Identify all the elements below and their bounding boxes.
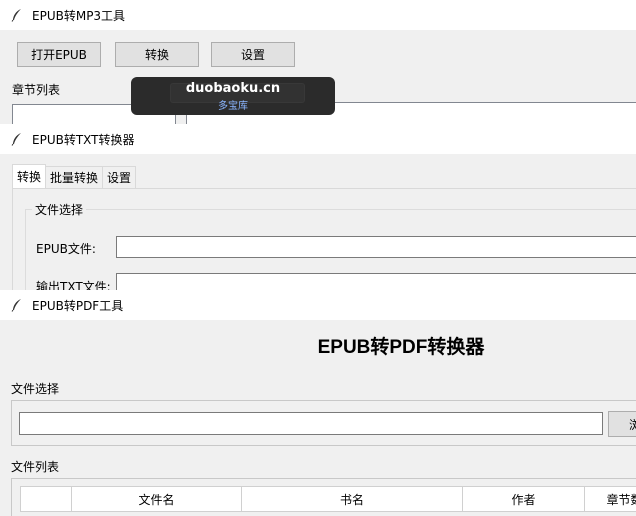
settings-button[interactable]: 设置 xyxy=(211,42,295,67)
epub-file-input[interactable] xyxy=(116,236,636,258)
mp3-titlebar[interactable]: EPUB转MP3工具 xyxy=(0,0,636,30)
col-header-bookname[interactable]: 书名 xyxy=(242,487,463,511)
file-select-frame: 浏 xyxy=(11,400,636,446)
col-header-chapters[interactable]: 章节数 xyxy=(585,487,636,511)
txt-titlebar[interactable]: EPUB转TXT转换器 xyxy=(0,124,636,154)
col-header-author[interactable]: 作者 xyxy=(463,487,585,511)
file-select-group-title: 文件选择 xyxy=(32,201,87,218)
feather-icon xyxy=(11,133,21,146)
pdf-heading: EPUB转PDF转换器 xyxy=(317,337,485,358)
epub-file-label: EPUB文件: xyxy=(36,242,96,256)
tab-settings[interactable]: 设置 xyxy=(102,166,137,188)
watermark-overlay: duobaoku.cn 多宝库 xyxy=(131,77,335,115)
col-header-select[interactable] xyxy=(20,487,72,511)
epub-pdf-window: EPUB转PDF工具 EPUB转PDF转换器 文件选择 浏 文件列表 文件名 书… xyxy=(0,290,636,516)
feather-icon xyxy=(11,299,21,312)
chapter-list-label: 章节列表 xyxy=(12,83,61,97)
pdf-file-input[interactable] xyxy=(19,412,603,435)
tab-batch-convert[interactable]: 批量转换 xyxy=(45,166,104,188)
tab-convert[interactable]: 转换 xyxy=(12,164,47,188)
mp3-window-title: EPUB转MP3工具 xyxy=(32,8,126,23)
convert-button[interactable]: 转换 xyxy=(115,42,199,67)
file-list-label: 文件列表 xyxy=(11,460,60,474)
txt-window-title: EPUB转TXT转换器 xyxy=(32,132,135,147)
browse-button[interactable]: 浏 xyxy=(608,411,636,437)
feather-icon xyxy=(11,9,21,22)
tab-bar: 转换 批量转换 设置 xyxy=(12,164,137,188)
open-epub-button[interactable]: 打开EPUB xyxy=(17,42,101,67)
epub-txt-window: EPUB转TXT转换器 文件选择 EPUB文件: 输出TXT文件: 转换 批量转… xyxy=(0,124,636,296)
col-header-filename[interactable]: 文件名 xyxy=(72,487,242,511)
file-select-label: 文件选择 xyxy=(11,382,60,396)
watermark-main-text: duobaoku.cn xyxy=(185,81,281,96)
pdf-window-title: EPUB转PDF工具 xyxy=(32,298,124,313)
file-table-header: 文件名 书名 作者 章节数 xyxy=(20,486,636,512)
watermark-sub-text: 多宝库 xyxy=(218,101,248,112)
pdf-titlebar[interactable]: EPUB转PDF工具 xyxy=(0,290,636,320)
tab-panel: 文件选择 EPUB文件: 输出TXT文件: xyxy=(12,188,636,296)
